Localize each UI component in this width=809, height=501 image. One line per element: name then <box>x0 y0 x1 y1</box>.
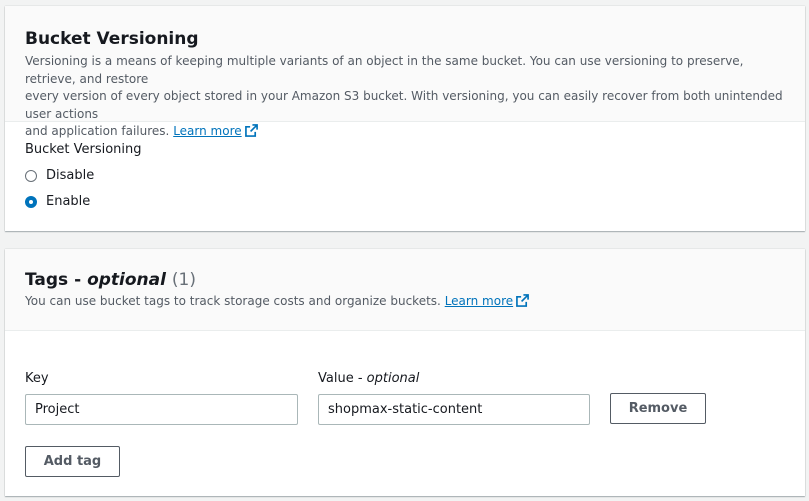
tags-count: (1) <box>171 270 196 290</box>
tags-panel: Tags - optional (1) You can use bucket t… <box>5 249 805 496</box>
tag-value-input[interactable]: shopmax-static-content <box>318 394 590 425</box>
tags-title: Tags - optional (1) <box>25 270 196 290</box>
remove-tag-button[interactable]: Remove <box>610 393 706 424</box>
external-link-icon <box>244 124 258 143</box>
radio-disable-circle[interactable] <box>25 169 37 182</box>
bucket-versioning-header: Bucket Versioning Versioning is a means … <box>5 6 805 138</box>
radio-enable[interactable]: Enable <box>25 194 90 209</box>
tags-description: You can use bucket tags to track storage… <box>25 293 785 313</box>
bucket-versioning-panel: Bucket Versioning Versioning is a means … <box>5 6 805 231</box>
versioning-learn-more-link[interactable]: Learn more <box>173 124 241 138</box>
radio-enable-label: Enable <box>46 194 91 209</box>
external-link-icon <box>516 294 530 313</box>
bucket-versioning-field-label: Bucket Versioning <box>25 142 142 157</box>
bucket-versioning-description: Versioning is a means of keeping multipl… <box>25 53 785 143</box>
tags-header: Tags - optional (1) You can use bucket t… <box>5 249 805 331</box>
tag-key-label: Key <box>25 371 49 386</box>
radio-enable-circle[interactable] <box>25 195 37 208</box>
radio-disable[interactable]: Disable <box>25 168 94 183</box>
add-tag-button[interactable]: Add tag <box>25 446 120 477</box>
radio-disable-label: Disable <box>46 168 95 183</box>
tag-value-label: Value - optional <box>318 371 420 386</box>
tag-key-input[interactable]: Project <box>25 394 298 425</box>
bucket-versioning-title: Bucket Versioning <box>25 29 199 49</box>
tags-learn-more-link[interactable]: Learn more <box>445 294 513 308</box>
